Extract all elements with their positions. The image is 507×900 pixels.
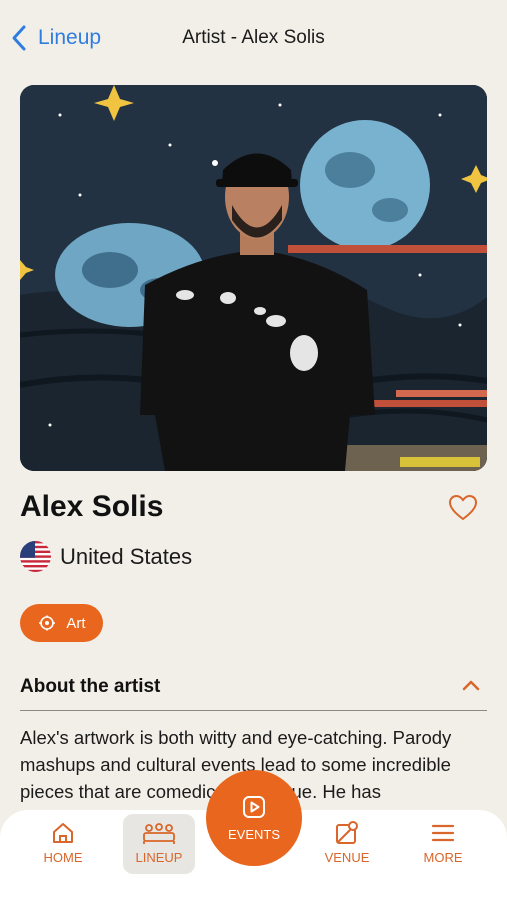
tab-lineup[interactable]: LINEUP [123,814,195,874]
menu-icon [431,824,455,842]
art-icon [39,615,56,631]
category-label: Art [66,614,86,632]
tab-label: MORE [423,850,463,865]
favorite-button[interactable] [448,494,478,522]
about-section-toggle[interactable]: About the artist [20,670,487,711]
lineup-icon [143,823,175,844]
us-flag-icon [20,541,51,572]
artist-name: Alex Solis [20,490,164,523]
tab-more[interactable]: MORE [407,814,479,874]
tab-label: VENUE [324,850,370,865]
venue-map-icon [336,821,358,844]
home-icon [53,823,73,843]
category-chip-art[interactable]: Art [20,604,103,642]
artist-country: United States [20,541,192,572]
artist-photo [20,85,487,471]
tab-venue[interactable]: VENUE [311,814,383,874]
tab-label: LINEUP [135,850,183,865]
section-title: About the artist [20,676,161,697]
heart-icon [448,494,478,521]
events-play-icon [243,795,265,818]
page-title: Artist - Alex Solis [182,27,325,48]
tab-label: EVENTS [227,826,280,842]
tab-events[interactable]: EVENTS [206,770,302,866]
top-nav-bar: Lineup Artist - Alex Solis [0,0,507,76]
tab-home[interactable]: HOME [27,814,99,874]
chevron-up-icon [462,680,480,691]
country-name: United States [60,543,193,569]
tab-label: HOME [43,850,83,865]
